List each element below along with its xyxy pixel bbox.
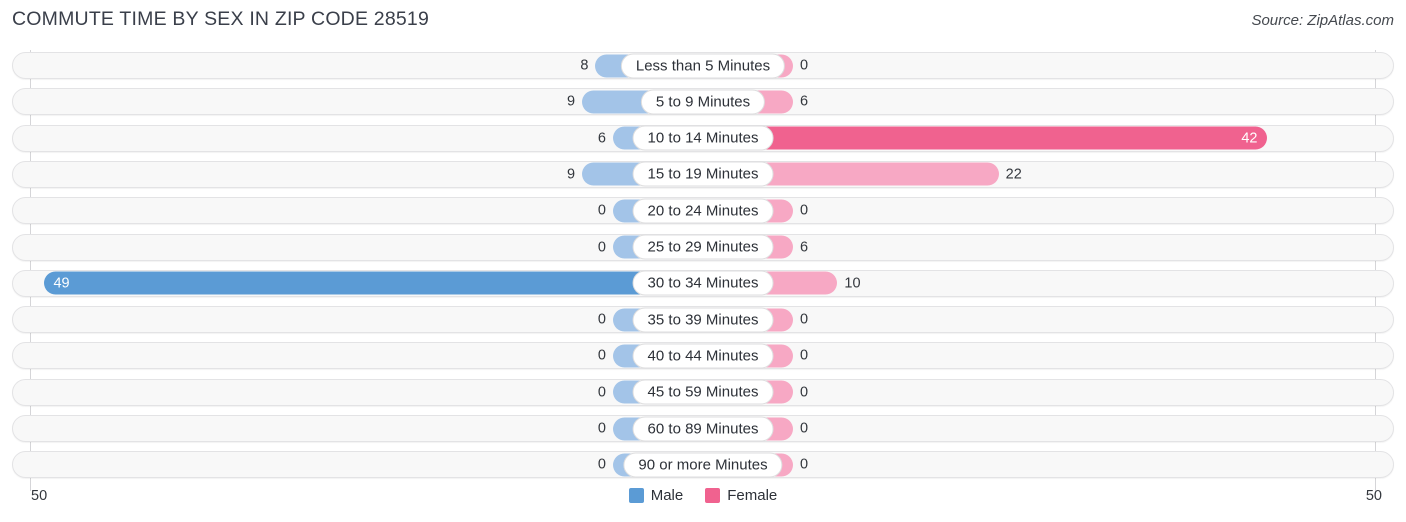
table-row[interactable]: 8 0 Less than 5 Minutes xyxy=(12,52,1394,79)
value-label-male: 0 xyxy=(597,384,606,401)
legend-swatch-male-icon xyxy=(628,488,644,503)
table-row[interactable]: 6 42 10 to 14 Minutes xyxy=(12,124,1394,152)
table-row[interactable]: 49 10 30 to 34 Minutes xyxy=(12,269,1394,297)
value-label-male: 0 xyxy=(597,239,606,255)
value-label-female: 0 xyxy=(800,202,809,219)
legend-label-female: Female xyxy=(727,487,778,504)
value-label-female: 0 xyxy=(800,420,809,437)
value-label-female: 0 xyxy=(800,311,809,328)
source-attribution: Source: ZipAtlas.com xyxy=(1251,12,1394,29)
value-label-male: 9 xyxy=(566,93,576,110)
bar-female[interactable]: 42 xyxy=(703,126,1268,150)
chart-root: COMMUTE TIME BY SEX IN ZIP CODE 28519 So… xyxy=(0,0,1406,522)
table-row[interactable]: 0 0 45 to 59 Minutes xyxy=(12,378,1394,406)
value-label-female: 0 xyxy=(800,456,809,473)
value-label-female: 42 xyxy=(1241,130,1258,147)
category-label: 30 to 34 Minutes xyxy=(632,270,774,296)
table-row[interactable]: 0 0 35 to 39 Minutes xyxy=(12,306,1394,334)
value-label-female: 10 xyxy=(844,275,861,292)
value-label-male: 0 xyxy=(597,311,606,328)
table-row[interactable]: 0 0 40 to 44 Minutes xyxy=(12,342,1394,370)
legend-label-male: Male xyxy=(650,487,684,504)
legend-item-male[interactable]: Male xyxy=(628,487,684,504)
value-label-male: 0 xyxy=(597,420,606,437)
value-label-male: 0 xyxy=(597,202,606,219)
table-row[interactable]: 0 0 90 or more Minutes xyxy=(12,451,1394,479)
value-label-female: 22 xyxy=(1005,166,1022,183)
page-title: COMMUTE TIME BY SEX IN ZIP CODE 28519 xyxy=(12,8,430,30)
value-label-male: 0 xyxy=(597,347,606,364)
table-row[interactable]: 0 0 60 to 89 Minutes xyxy=(12,415,1394,442)
value-label-female: 6 xyxy=(800,239,809,255)
plot-area: 8 0 Less than 5 Minutes 9 6 5 to 9 Minutes 6 42… xyxy=(12,50,1394,491)
category-label: Less than 5 Minutes xyxy=(620,53,786,78)
category-label: 20 to 24 Minutes xyxy=(632,198,774,224)
value-label-male: 49 xyxy=(53,275,70,292)
value-label-male: 6 xyxy=(597,130,606,147)
value-label-female: 0 xyxy=(800,347,809,364)
value-label-female: 0 xyxy=(800,57,809,74)
category-label: 25 to 29 Minutes xyxy=(632,234,774,260)
category-label: 90 or more Minutes xyxy=(623,452,783,478)
bar-male[interactable]: 49 xyxy=(44,271,703,295)
category-label: 5 to 9 Minutes xyxy=(640,89,766,115)
category-label: 60 to 89 Minutes xyxy=(632,416,774,441)
legend: Male Female xyxy=(0,487,1406,504)
value-label-female: 6 xyxy=(800,93,809,110)
category-label: 45 to 59 Minutes xyxy=(632,379,774,405)
value-label-male: 9 xyxy=(566,166,576,183)
category-label: 40 to 44 Minutes xyxy=(632,343,774,369)
table-row[interactable]: 9 6 5 to 9 Minutes xyxy=(12,88,1394,116)
value-label-male: 0 xyxy=(597,456,606,473)
legend-item-female[interactable]: Female xyxy=(705,487,777,504)
category-label: 35 to 39 Minutes xyxy=(632,307,774,333)
category-label: 10 to 14 Minutes xyxy=(632,125,774,151)
table-row[interactable]: 9 22 15 to 19 Minutes xyxy=(12,160,1394,188)
value-label-female: 0 xyxy=(800,384,809,401)
legend-swatch-female-icon xyxy=(705,488,721,503)
table-row[interactable]: 0 0 20 to 24 Minutes xyxy=(12,197,1394,225)
table-row[interactable]: 0 6 25 to 29 Minutes xyxy=(12,233,1394,261)
value-label-male: 8 xyxy=(580,57,589,74)
category-label: 15 to 19 Minutes xyxy=(632,161,774,187)
